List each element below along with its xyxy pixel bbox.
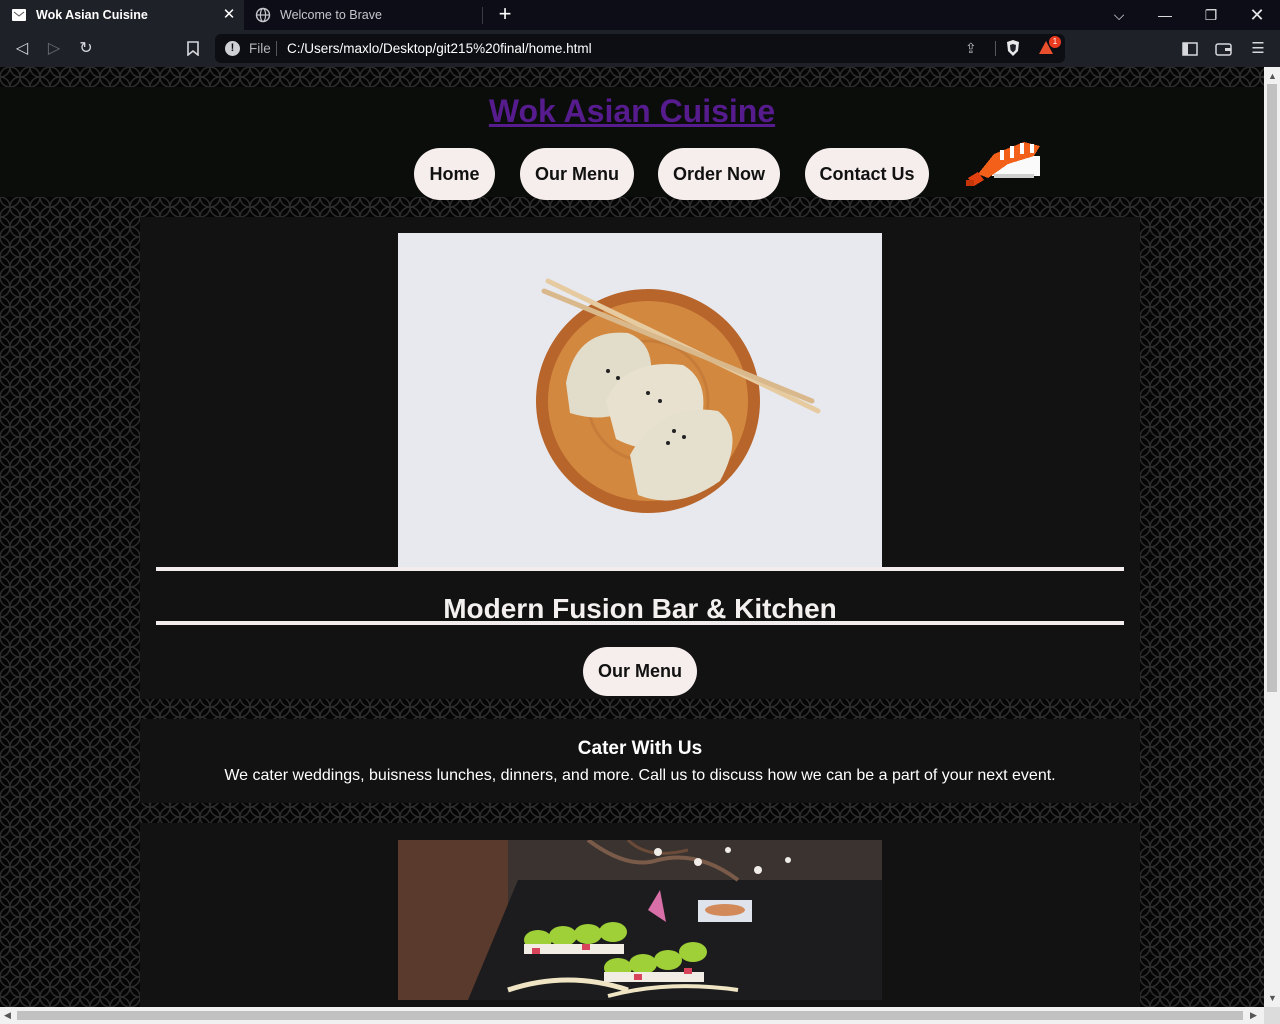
share-icon[interactable]: ⇪ [965,40,977,57]
our-menu-button[interactable]: Our Menu [583,647,697,696]
close-tab-icon[interactable]: ✕ [220,6,238,24]
gallery-section [140,823,1140,1007]
tab-strip: Wok Asian Cuisine ✕ Welcome to Brave + ⌵… [0,0,1280,30]
horizontal-scroll-thumb[interactable] [17,1011,1243,1020]
main-nav: Home Our Menu Order Now Contact Us [0,148,1264,200]
bookmark-icon[interactable] [182,38,204,60]
info-icon[interactable]: ! [225,41,240,56]
browser-toolbar: ◁ ▷ ↻ ! File C:/Users/maxlo/Desktop/git2… [0,30,1280,67]
scrollbar-corner [1264,1007,1280,1024]
tab-search-chevron-icon[interactable]: ⌵ [1096,0,1142,30]
divider [156,621,1124,625]
tab-separator [482,7,483,24]
address-bar[interactable]: ! File C:/Users/maxlo/Desktop/git215%20f… [215,34,1065,63]
forward-icon[interactable]: ▷ [43,38,65,60]
scroll-left-icon[interactable]: ◀ [4,1010,11,1020]
tab-title: Wok Asian Cuisine [36,8,148,22]
minimize-icon[interactable]: — [1142,0,1188,30]
sushi-photo [398,840,882,1000]
globe-icon [255,7,271,23]
divider [156,567,1124,571]
nav-our-menu-button[interactable]: Our Menu [520,148,634,200]
dumplings-photo [398,233,882,567]
hero-section: Modern Fusion Bar & Kitchen Our Menu [140,217,1140,699]
scroll-right-icon[interactable]: ▶ [1250,1010,1257,1020]
site-header: Wok Asian Cuisine Home Our Menu Order No… [0,87,1264,200]
rewards-badge: 1 [1049,36,1061,48]
wallet-icon[interactable] [1212,38,1234,60]
reload-icon[interactable]: ↻ [75,38,97,60]
vertical-scroll-thumb[interactable] [1267,84,1277,692]
page-viewport: Wok Asian Cuisine Home Our Menu Order No… [0,67,1264,1007]
close-window-icon[interactable]: ✕ [1234,0,1280,30]
url-scheme-label: File [249,41,271,56]
tab-welcome-to-brave[interactable]: Welcome to Brave [244,0,482,30]
shrimp-nigiri-icon [966,142,1040,186]
cater-description: We cater weddings, buisness lunches, din… [224,767,1056,784]
url-divider [276,41,277,56]
back-icon[interactable]: ◁ [11,38,33,60]
page-favicon-icon [12,9,26,21]
brave-shields-icon[interactable] [1005,39,1021,57]
new-tab-icon[interactable]: + [494,3,516,25]
url-text[interactable]: C:/Users/maxlo/Desktop/git215%20final/ho… [287,41,592,56]
horizontal-scrollbar[interactable]: ◀ ▶ [0,1007,1264,1024]
nav-contact-us-button[interactable]: Contact Us [805,148,929,200]
scroll-up-icon[interactable]: ▲ [1268,71,1277,81]
nav-order-now-button[interactable]: Order Now [658,148,780,200]
url-divider [995,41,996,56]
site-title-link[interactable]: Wok Asian Cuisine [0,93,1264,130]
tab-title: Welcome to Brave [280,8,382,22]
cater-title: Cater With Us [577,738,703,759]
nav-home-button[interactable]: Home [414,148,495,200]
vertical-scrollbar[interactable]: ▲ ▼ [1264,67,1280,1007]
sidebar-icon[interactable] [1179,38,1201,60]
cater-section: Cater With Us We cater weddings, buisnes… [140,719,1140,803]
tab-wok-asian-cuisine[interactable]: Wok Asian Cuisine ✕ [0,0,244,30]
restore-icon[interactable]: ❐ [1188,0,1234,30]
scroll-down-icon[interactable]: ▼ [1268,993,1277,1003]
menu-icon[interactable]: ☰ [1247,38,1269,60]
